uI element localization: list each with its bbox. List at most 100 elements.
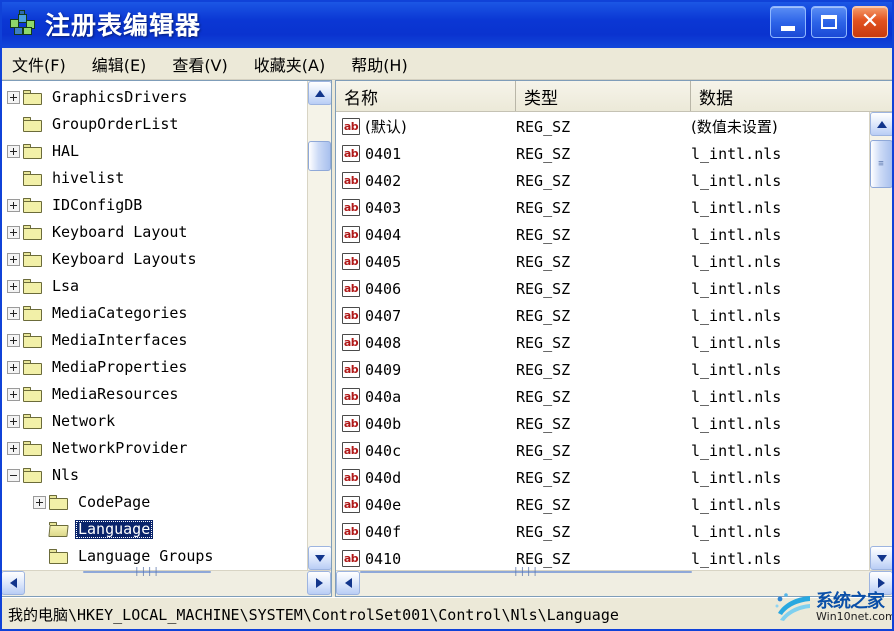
- values-scroll-up-button[interactable]: [870, 112, 893, 136]
- value-row[interactable]: ab 0405 REG_SZ l_intl.nls: [336, 248, 869, 275]
- values-vscroll-track[interactable]: ≡: [870, 136, 893, 546]
- values-hscroll-track[interactable]: ||||: [360, 567, 869, 596]
- expand-plus-icon[interactable]: [7, 415, 20, 428]
- tree-item-grouporderlist[interactable]: GroupOrderList: [1, 111, 307, 138]
- tree-no-expander: [7, 118, 20, 131]
- expand-plus-icon[interactable]: [7, 199, 20, 212]
- collapse-minus-icon[interactable]: [7, 469, 20, 482]
- tree-item-lsa[interactable]: Lsa: [1, 273, 307, 300]
- tree-item-label: Language: [75, 520, 154, 539]
- registry-editor-window: 注册表编辑器 ✕ 文件(F) 编辑(E) 查看(V) 收藏夹(A) 帮助(H) …: [0, 0, 894, 631]
- menu-item-favorites[interactable]: 收藏夹(A): [252, 50, 327, 78]
- column-header-type[interactable]: 类型: [516, 81, 691, 111]
- value-row[interactable]: ab 040e REG_SZ l_intl.nls: [336, 491, 869, 518]
- tree-item-networkprovider[interactable]: NetworkProvider: [1, 435, 307, 462]
- tree-item-mediaproperties[interactable]: MediaProperties: [1, 354, 307, 381]
- tree-vscroll-track[interactable]: [308, 105, 331, 546]
- tree-item-language[interactable]: Language: [1, 516, 307, 543]
- expand-plus-icon[interactable]: [7, 442, 20, 455]
- menu-item-file[interactable]: 文件(F): [10, 50, 68, 78]
- expand-plus-icon[interactable]: [7, 145, 20, 158]
- expand-plus-icon[interactable]: [7, 253, 20, 266]
- registry-tree-scroll-area[interactable]: GraphicsDrivers GroupOrderList HAL hivelist…: [1, 81, 307, 570]
- expand-plus-icon[interactable]: [33, 496, 46, 509]
- value-row[interactable]: ab 0408 REG_SZ l_intl.nls: [336, 329, 869, 356]
- column-header-name[interactable]: 名称: [336, 81, 516, 111]
- maximize-button[interactable]: [811, 6, 847, 38]
- tree-scroll-up-button[interactable]: [308, 81, 331, 105]
- ab-string-icon: ab: [342, 334, 360, 351]
- value-data-cell: l_intl.nls: [691, 414, 782, 433]
- value-row[interactable]: ab 0403 REG_SZ l_intl.nls: [336, 194, 869, 221]
- tree-item-label: MediaInterfaces: [52, 331, 188, 349]
- values-hscroll-thumb[interactable]: ||||: [360, 567, 692, 577]
- value-row[interactable]: ab (默认) REG_SZ (数值未设置): [336, 113, 869, 140]
- value-row[interactable]: ab 0409 REG_SZ l_intl.nls: [336, 356, 869, 383]
- tree-vscroll-thumb[interactable]: [308, 141, 331, 171]
- folder-icon: [23, 414, 43, 429]
- tree-vertical-scrollbar[interactable]: [307, 81, 331, 570]
- value-row[interactable]: ab 0410 REG_SZ l_intl.nls: [336, 545, 869, 570]
- value-name-cell: ab 0404: [336, 226, 516, 244]
- value-name-label: 0404: [365, 225, 402, 244]
- registry-values-pane: 名称 类型 数据 ab (默认) REG_SZ (数值未设置) ab 0401 REG_SZ…: [335, 80, 894, 597]
- value-row[interactable]: ab 0406 REG_SZ l_intl.nls: [336, 275, 869, 302]
- tree-hscroll-thumb[interactable]: ||||: [83, 567, 211, 577]
- values-vscroll-thumb[interactable]: ≡: [870, 140, 893, 188]
- tree-scroll-right-button[interactable]: [307, 571, 331, 595]
- folder-icon: [23, 306, 43, 321]
- value-row[interactable]: ab 040f REG_SZ l_intl.nls: [336, 518, 869, 545]
- title-bar[interactable]: 注册表编辑器 ✕: [0, 0, 894, 48]
- tree-item-hal[interactable]: HAL: [1, 138, 307, 165]
- tree-scroll-down-button[interactable]: [308, 546, 331, 570]
- tree-item-hivelist[interactable]: hivelist: [1, 165, 307, 192]
- folder-open-icon: [48, 522, 69, 537]
- value-row[interactable]: ab 040b REG_SZ l_intl.nls: [336, 410, 869, 437]
- menu-item-view[interactable]: 查看(V): [170, 50, 229, 78]
- tree-item-network[interactable]: Network: [1, 408, 307, 435]
- tree-item-idconfigdb[interactable]: IDConfigDB: [1, 192, 307, 219]
- tree-scroll-left-button[interactable]: [1, 571, 25, 595]
- tree-item-mediaresources[interactable]: MediaResources: [1, 381, 307, 408]
- tree-item-graphicsdrivers[interactable]: GraphicsDrivers: [1, 84, 307, 111]
- tree-item-codepage[interactable]: CodePage: [1, 489, 307, 516]
- values-scroll-right-button[interactable]: [869, 571, 893, 595]
- value-row[interactable]: ab 0401 REG_SZ l_intl.nls: [336, 140, 869, 167]
- value-data-cell: l_intl.nls: [691, 252, 782, 271]
- expand-plus-icon[interactable]: [7, 388, 20, 401]
- values-scroll-down-button[interactable]: [870, 546, 893, 570]
- value-row[interactable]: ab 040a REG_SZ l_intl.nls: [336, 383, 869, 410]
- folder-icon: [49, 495, 69, 510]
- values-scroll-left-button[interactable]: [336, 571, 360, 595]
- value-row[interactable]: ab 040c REG_SZ l_intl.nls: [336, 437, 869, 464]
- value-row[interactable]: ab 0404 REG_SZ l_intl.nls: [336, 221, 869, 248]
- close-button[interactable]: ✕: [852, 6, 888, 38]
- ab-string-icon: ab: [342, 361, 360, 378]
- value-row[interactable]: ab 0407 REG_SZ l_intl.nls: [336, 302, 869, 329]
- tree-horizontal-scrollbar[interactable]: ||||: [1, 567, 331, 596]
- column-header-data[interactable]: 数据: [691, 81, 893, 111]
- expand-plus-icon[interactable]: [7, 91, 20, 104]
- menu-item-edit[interactable]: 编辑(E): [90, 50, 149, 78]
- values-horizontal-scrollbar[interactable]: ||||: [336, 567, 893, 596]
- menu-item-help[interactable]: 帮助(H): [349, 50, 410, 78]
- tree-item-keyboard-layouts[interactable]: Keyboard Layouts: [1, 246, 307, 273]
- expand-plus-icon[interactable]: [7, 280, 20, 293]
- value-row[interactable]: ab 040d REG_SZ l_intl.nls: [336, 464, 869, 491]
- tree-item-mediainterfaces[interactable]: MediaInterfaces: [1, 327, 307, 354]
- value-name-label: 0409: [365, 360, 402, 379]
- tree-item-keyboard-layout[interactable]: Keyboard Layout: [1, 219, 307, 246]
- tree-item-language-groups[interactable]: Language Groups: [1, 543, 307, 570]
- values-vertical-scrollbar[interactable]: ≡: [869, 112, 893, 570]
- expand-plus-icon[interactable]: [7, 334, 20, 347]
- tree-item-nls[interactable]: Nls: [1, 462, 307, 489]
- expand-plus-icon[interactable]: [7, 307, 20, 320]
- tree-item-mediacategories[interactable]: MediaCategories: [1, 300, 307, 327]
- minimize-button[interactable]: [770, 6, 806, 38]
- value-row[interactable]: ab 0402 REG_SZ l_intl.nls: [336, 167, 869, 194]
- value-type-cell: REG_SZ: [516, 387, 571, 406]
- expand-plus-icon[interactable]: [7, 226, 20, 239]
- expand-plus-icon[interactable]: [7, 361, 20, 374]
- registry-values-scroll-area[interactable]: ab (默认) REG_SZ (数值未设置) ab 0401 REG_SZ l_intl.nl…: [336, 112, 869, 570]
- tree-hscroll-track[interactable]: ||||: [25, 567, 307, 596]
